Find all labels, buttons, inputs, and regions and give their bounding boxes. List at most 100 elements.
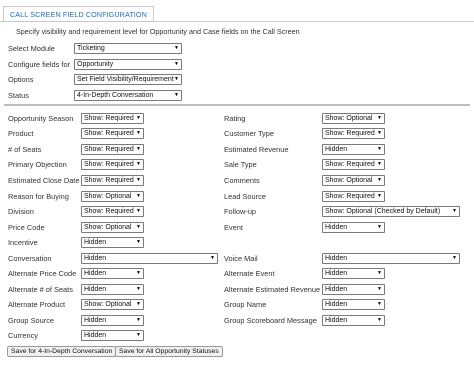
chevron-down-icon: ▼ — [136, 115, 141, 121]
chevron-down-icon: ▼ — [377, 161, 382, 167]
field-visibility-select[interactable]: Show: Required ▼ — [322, 128, 385, 139]
field-visibility-select[interactable]: Hidden ▼ — [322, 222, 385, 233]
field-label: Rating — [224, 114, 246, 123]
field-label: Group Scoreboard Message — [224, 316, 317, 325]
field-visibility-select[interactable]: Hidden ▼ — [322, 299, 385, 310]
field-visibility-select[interactable]: Hidden ▼ — [322, 253, 460, 264]
field-label: # of Seats — [8, 145, 42, 154]
field-visibility-select[interactable]: Show: Required ▼ — [81, 128, 144, 139]
field-label: Sale Type — [224, 160, 257, 169]
field-label: Reason for Buying — [8, 192, 69, 201]
field-visibility-select[interactable]: Show: Required ▼ — [81, 206, 144, 217]
chevron-down-icon: ▼ — [174, 61, 179, 67]
chevron-down-icon: ▼ — [377, 286, 382, 292]
chevron-down-icon: ▼ — [452, 208, 457, 214]
chevron-down-icon: ▼ — [377, 177, 382, 183]
field-visibility-select[interactable]: Hidden ▼ — [81, 268, 144, 279]
chevron-down-icon: ▼ — [136, 301, 141, 307]
chevron-down-icon: ▼ — [136, 286, 141, 292]
field-visibility-select[interactable]: Hidden ▼ — [81, 315, 144, 326]
field-label: Alternate Event — [224, 269, 275, 278]
options-dropdown[interactable]: Set Field Visibility/Requirement ▼ — [74, 74, 182, 85]
field-visibility-select[interactable]: Hidden ▼ — [322, 144, 385, 155]
field-label: Primary Objection — [8, 160, 67, 169]
field-label: Division — [8, 207, 34, 216]
field-label: Alternate Product — [8, 300, 66, 309]
field-label: Event — [224, 223, 243, 232]
field-label: Follow-up — [224, 207, 257, 216]
field-label: Estimated Revenue — [224, 145, 289, 154]
field-label: Group Source — [8, 316, 55, 325]
field-label: Estimated Close Date — [8, 176, 80, 185]
chevron-down-icon: ▼ — [377, 317, 382, 323]
chevron-down-icon: ▼ — [452, 255, 457, 261]
chevron-down-icon: ▼ — [136, 239, 141, 245]
field-visibility-select[interactable]: Show: Required ▼ — [81, 175, 144, 186]
field-label: Conversation — [8, 254, 52, 263]
chevron-down-icon: ▼ — [136, 270, 141, 276]
field-visibility-select[interactable]: Show: Optional ▼ — [81, 222, 144, 233]
tab-call-screen-field-configuration[interactable]: CALL SCREEN FIELD CONFIGURATION — [3, 6, 154, 22]
field-label: Group Name — [224, 300, 267, 309]
field-visibility-select[interactable]: Show: Optional (Checked by Default) ▼ — [322, 206, 460, 217]
chevron-down-icon: ▼ — [377, 270, 382, 276]
chevron-down-icon: ▼ — [174, 45, 179, 51]
chevron-down-icon: ▼ — [136, 208, 141, 214]
chevron-down-icon: ▼ — [377, 224, 382, 230]
chevron-down-icon: ▼ — [136, 193, 141, 199]
chevron-down-icon: ▼ — [377, 130, 382, 136]
section-divider — [4, 104, 470, 106]
status-dropdown[interactable]: 4-In-Depth Conversation ▼ — [74, 90, 182, 101]
field-visibility-select[interactable]: Show: Optional ▼ — [81, 191, 144, 202]
field-label: Price Code — [8, 223, 45, 232]
select-module-dropdown[interactable]: Ticketing ▼ — [74, 43, 182, 54]
configure-fields-dropdown[interactable]: Opportunity ▼ — [74, 59, 182, 70]
field-label: Customer Type — [224, 129, 274, 138]
chevron-down-icon: ▼ — [136, 146, 141, 152]
chevron-down-icon: ▼ — [136, 177, 141, 183]
save-all-statuses-button[interactable]: Save for All Opportunity Statuses — [115, 346, 223, 357]
field-visibility-select[interactable]: Hidden ▼ — [81, 253, 218, 264]
field-label: Incentive — [8, 238, 38, 247]
field-visibility-select[interactable]: Hidden ▼ — [81, 330, 144, 341]
field-visibility-select[interactable]: Show: Required ▼ — [322, 159, 385, 170]
field-visibility-select[interactable]: Hidden ▼ — [81, 237, 144, 248]
field-visibility-select[interactable]: Show: Required ▼ — [322, 191, 385, 202]
tab-divider — [0, 21, 474, 22]
chevron-down-icon: ▼ — [377, 301, 382, 307]
chevron-down-icon: ▼ — [377, 146, 382, 152]
chevron-down-icon: ▼ — [136, 130, 141, 136]
chevron-down-icon: ▼ — [174, 92, 179, 98]
intro-text: Specify visibility and requirement level… — [16, 27, 300, 36]
field-label: Lead Source — [224, 192, 266, 201]
field-label: Alternate Estimated Revenue — [224, 285, 321, 294]
field-visibility-select[interactable]: Show: Optional ▼ — [322, 175, 385, 186]
field-visibility-select[interactable]: Show: Required ▼ — [81, 159, 144, 170]
field-label: Currency — [8, 331, 38, 340]
status-label: Status — [8, 91, 29, 100]
field-visibility-select[interactable]: Hidden ▼ — [322, 315, 385, 326]
field-visibility-select[interactable]: Hidden ▼ — [81, 284, 144, 295]
chevron-down-icon: ▼ — [174, 76, 179, 82]
field-label: Opportunity Season — [8, 114, 74, 123]
chevron-down-icon: ▼ — [210, 255, 215, 261]
chevron-down-icon: ▼ — [136, 224, 141, 230]
field-visibility-select[interactable]: Hidden ▼ — [322, 268, 385, 279]
configure-fields-label: Configure fields for — [8, 60, 71, 69]
options-label: Options — [8, 75, 34, 84]
field-visibility-select[interactable]: Show: Optional ▼ — [81, 299, 144, 310]
field-visibility-select[interactable]: Show: Required ▼ — [81, 144, 144, 155]
select-module-label: Select Module — [8, 44, 55, 53]
field-label: Alternate Price Code — [8, 269, 77, 278]
field-visibility-select[interactable]: Show: Required ▼ — [81, 113, 144, 124]
chevron-down-icon: ▼ — [136, 317, 141, 323]
chevron-down-icon: ▼ — [136, 332, 141, 338]
field-label: Comments — [224, 176, 260, 185]
field-visibility-select[interactable]: Show: Optional ▼ — [322, 113, 385, 124]
field-label: Voice Mail — [224, 254, 258, 263]
save-status-button[interactable]: Save for 4-In-Depth Conversation — [7, 346, 117, 357]
field-visibility-select[interactable]: Hidden ▼ — [322, 284, 385, 295]
field-label: Alternate # of Seats — [8, 285, 73, 294]
chevron-down-icon: ▼ — [377, 193, 382, 199]
chevron-down-icon: ▼ — [136, 161, 141, 167]
